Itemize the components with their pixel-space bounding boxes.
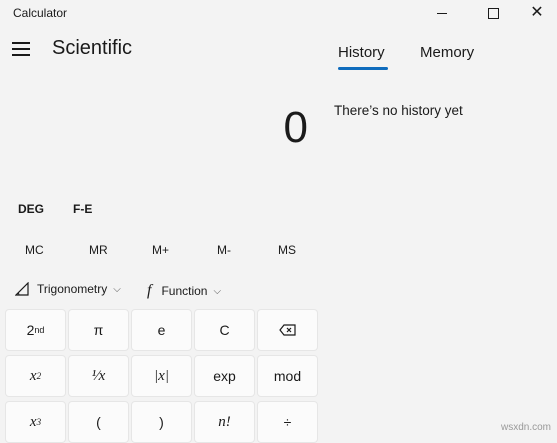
mod-button[interactable]: mod <box>257 355 318 397</box>
fe-button[interactable]: F-E <box>73 202 92 216</box>
chevron-down-icon: ⌵ <box>213 285 222 297</box>
chevron-down-icon: ⌵ <box>113 283 121 295</box>
e-button[interactable]: e <box>131 309 192 351</box>
close-icon: ✕ <box>530 4 544 21</box>
second-button[interactable]: 2nd <box>5 309 66 351</box>
close-button[interactable]: ✕ <box>514 0 557 26</box>
backspace-button[interactable] <box>257 309 318 351</box>
memory-recall-button[interactable]: MR <box>89 243 108 257</box>
exp-button[interactable]: exp <box>194 355 255 397</box>
absolute-value-button[interactable]: |x| <box>131 355 192 397</box>
display-value: 0 <box>283 103 308 152</box>
function-icon: f <box>147 282 152 299</box>
hamburger-menu-icon[interactable] <box>12 42 30 56</box>
square-button[interactable]: x2 <box>5 355 66 397</box>
active-tab-indicator <box>338 67 388 70</box>
pi-button[interactable]: π <box>68 309 129 351</box>
triangle-icon <box>15 282 29 296</box>
mode-title: Scientific <box>52 37 133 59</box>
memory-add-button[interactable]: M+ <box>152 243 169 257</box>
deg-button[interactable]: DEG <box>18 202 44 216</box>
memory-clear-button[interactable]: MC <box>25 243 44 257</box>
trigonometry-label: Trigonometry <box>37 282 108 296</box>
watermark: wsxdn.com <box>500 422 551 433</box>
history-empty-message: There’s no history yet <box>334 103 463 118</box>
minimize-icon <box>437 12 447 14</box>
title-bar: Calculator ✕ <box>0 0 557 26</box>
maximize-button[interactable] <box>470 0 516 26</box>
function-row: Trigonometry ⌵ f Function ⌵ <box>0 276 330 304</box>
reciprocal-button[interactable]: ¹⁄x <box>68 355 129 397</box>
backspace-icon <box>278 324 296 336</box>
clear-button[interactable]: C <box>194 309 255 351</box>
minimize-button[interactable] <box>419 0 465 26</box>
trigonometry-dropdown[interactable]: Trigonometry ⌵ <box>15 282 121 296</box>
tab-history[interactable]: History <box>338 44 385 61</box>
app-title: Calculator <box>13 6 68 20</box>
function-dropdown[interactable]: f Function ⌵ <box>147 282 221 300</box>
tab-memory[interactable]: Memory <box>420 44 474 61</box>
function-label: Function <box>161 284 208 298</box>
memory-subtract-button[interactable]: M- <box>217 243 231 257</box>
maximize-icon <box>487 7 499 19</box>
memory-store-button[interactable]: MS <box>278 243 296 257</box>
